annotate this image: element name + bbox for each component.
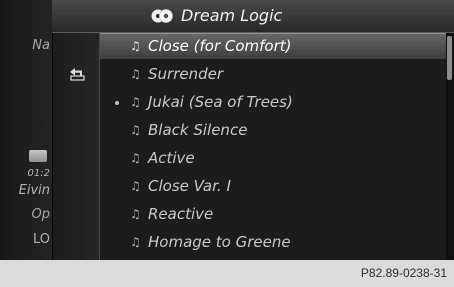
track-title: Active <box>148 149 195 167</box>
track-title: Jukai (Sea of Trees) <box>148 93 293 111</box>
track-row[interactable]: ♫ Homage to Greene <box>100 229 446 256</box>
track-row[interactable]: ♫ Reactive <box>100 201 446 228</box>
left-nav-label[interactable]: Na <box>32 38 50 54</box>
back-arrow-icon[interactable] <box>67 66 87 82</box>
music-note-icon: ♫ <box>130 123 141 137</box>
reference-code: P82.89-0238-31 <box>360 266 447 280</box>
left-option-label[interactable]: Op <box>32 207 50 223</box>
music-note-icon: ♫ <box>130 67 141 81</box>
music-note-icon: ♫ <box>130 235 141 249</box>
track-row[interactable]: ♫ Surrender <box>100 61 446 88</box>
music-note-icon: ♫ <box>130 95 141 109</box>
album-header: Dream Logic <box>52 0 454 33</box>
music-note-icon: ♫ <box>130 151 141 165</box>
track-row[interactable]: ♫ Jukai (Sea of Trees) <box>100 89 446 116</box>
music-note-icon: ♫ <box>130 179 141 193</box>
left-status-text: Eivin <box>18 183 50 198</box>
track-row[interactable]: ♫ Close (for Comfort) <box>100 33 446 60</box>
track-title: Surrender <box>148 65 224 83</box>
track-row[interactable]: ♫ Close Var. I <box>100 173 446 200</box>
track-title: Close Var. I <box>148 177 231 195</box>
track-title: Reactive <box>148 205 214 223</box>
music-note-icon: ♫ <box>130 207 141 221</box>
back-panel <box>53 33 100 260</box>
album-header-content: Dream Logic <box>150 6 282 26</box>
track-list-scrollbar[interactable] <box>446 33 454 260</box>
track-list: ♫ Close (for Comfort) ♫ Surrender ♫ Juka… <box>100 33 446 260</box>
scrollbar-thumb[interactable] <box>447 36 452 80</box>
track-title: Close (for Comfort) <box>148 37 292 55</box>
cd-disc-icon <box>150 7 174 25</box>
track-row[interactable]: ♫ Active <box>100 145 446 172</box>
left-lower-label[interactable]: LO <box>33 232 50 248</box>
media-source-icon <box>29 150 47 162</box>
left-time-text: 01:2 <box>27 168 50 179</box>
playing-indicator-dot <box>115 101 119 105</box>
track-title: Black Silence <box>148 121 248 139</box>
left-menu-strip: Na 01:2 Eivin Op LO <box>0 0 53 260</box>
music-note-icon: ♫ <box>130 39 141 53</box>
track-title: Homage to Greene <box>148 233 291 251</box>
reference-footer: P82.89-0238-31 <box>0 260 454 287</box>
media-screen: Na 01:2 Eivin Op LO Dream Logic ♫ Close … <box>0 0 454 260</box>
album-title: Dream Logic <box>181 6 283 25</box>
track-row[interactable]: ♫ Black Silence <box>100 117 446 144</box>
